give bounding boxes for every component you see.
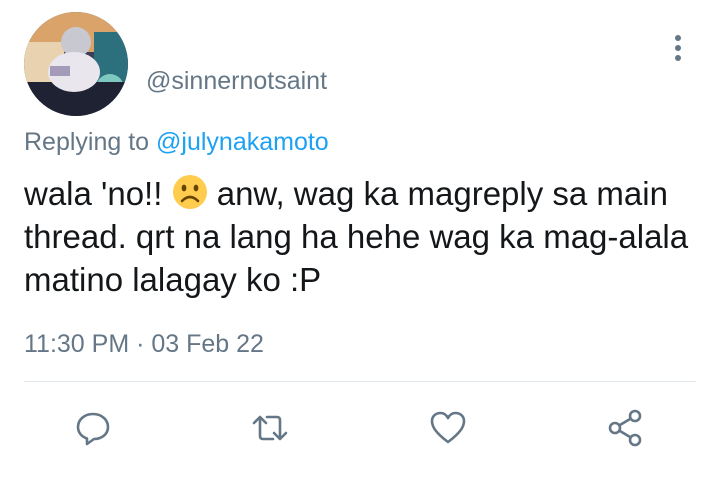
comment-icon [76,412,110,446]
reply-button[interactable] [71,406,115,450]
author-handle[interactable]: @sinnernotsaint [146,66,327,96]
more-vertical-icon [675,35,681,61]
replying-to-label: Replying to [24,128,150,156]
avatar[interactable] [24,12,128,116]
replying-to: Replying to @julynakamoto [24,126,329,158]
share-icon [608,409,642,447]
tweet-time: 11:30 PM [24,330,130,358]
divider [24,381,696,382]
share-button[interactable] [603,406,647,450]
more-options-button[interactable] [664,30,692,66]
heart-icon [430,411,466,444]
retweet-button[interactable] [248,406,292,450]
tweet-timestamp[interactable]: 11:30 PM · 03 Feb 22 [24,328,264,360]
timestamp-separator: · [129,330,152,358]
like-button[interactable] [426,406,470,450]
tweet-date: 03 Feb 22 [151,330,264,358]
retweet-icon [252,415,288,441]
avatar-image [24,12,128,116]
tweet-text-part-1: wala 'no!! [24,175,172,212]
tweet-text: wala 'no!! anw, wag ka magreply sa main … [24,172,704,301]
frowning-face-icon [172,175,207,209]
replying-to-handle-link[interactable]: @julynakamoto [156,128,329,156]
